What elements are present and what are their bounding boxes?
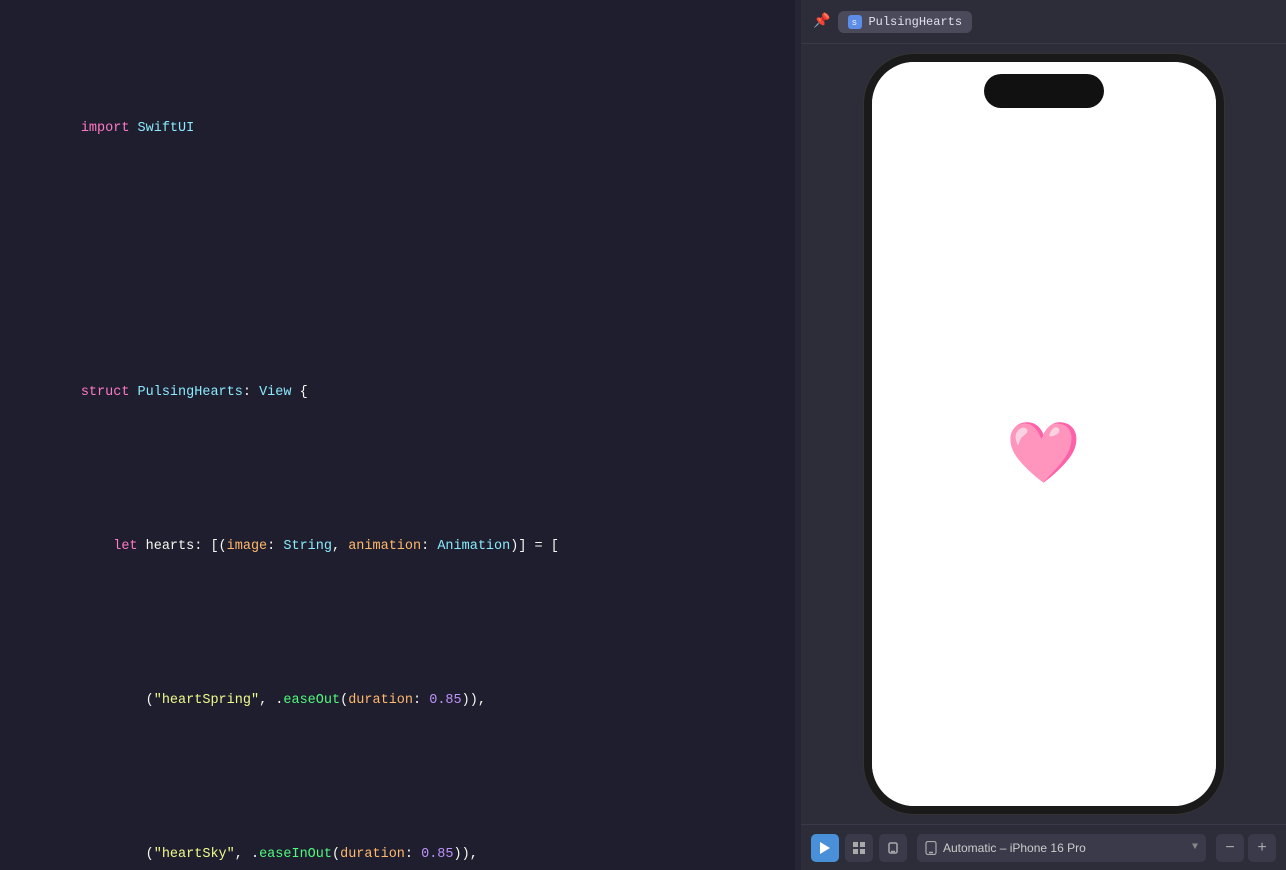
- code-line: ("heartSky", .easeInOut(duration: 0.85))…: [0, 822, 795, 870]
- zoom-controls: − +: [1216, 834, 1276, 862]
- code-line: struct PulsingHearts: View {: [0, 360, 795, 426]
- iphone-frame: 🩷: [864, 54, 1224, 814]
- device-selector[interactable]: Automatic – iPhone 16 Pro ▼: [917, 834, 1206, 862]
- code-line: let hearts: [(image: String, animation: …: [0, 514, 795, 580]
- zoom-in-button[interactable]: +: [1248, 834, 1276, 862]
- heart-container: 🩷: [872, 62, 1216, 806]
- play-button[interactable]: [811, 834, 839, 862]
- svg-text:S: S: [852, 20, 857, 27]
- device-chevron-icon: ▼: [1192, 842, 1198, 853]
- phone-preview-area: 🩷: [801, 44, 1286, 824]
- code-line: [0, 250, 795, 272]
- preview-tab[interactable]: S PulsingHearts: [838, 11, 972, 33]
- dynamic-island: [984, 74, 1104, 108]
- code-line: ("heartSpring", .easeOut(duration: 0.85)…: [0, 668, 795, 734]
- grid-button[interactable]: [845, 834, 873, 862]
- device-selector-text: Automatic – iPhone 16 Pro: [943, 841, 1086, 855]
- device-settings-button[interactable]: [879, 834, 907, 862]
- pin-icon[interactable]: 📌: [813, 13, 830, 30]
- preview-bottombar: Automatic – iPhone 16 Pro ▼ − +: [801, 824, 1286, 870]
- code-editor[interactable]: import SwiftUI struct PulsingHearts: Vie…: [0, 0, 795, 870]
- preview-tab-label: PulsingHearts: [868, 15, 962, 29]
- heart-emoji: 🩷: [1006, 417, 1081, 492]
- swift-file-icon: S: [848, 15, 862, 29]
- code-line: import SwiftUI: [0, 96, 795, 162]
- zoom-out-button[interactable]: −: [1216, 834, 1244, 862]
- preview-panel: 📌 S PulsingHearts 🩷: [801, 0, 1286, 870]
- preview-topbar: 📌 S PulsingHearts: [801, 0, 1286, 44]
- code-content: import SwiftUI struct PulsingHearts: Vie…: [0, 0, 795, 870]
